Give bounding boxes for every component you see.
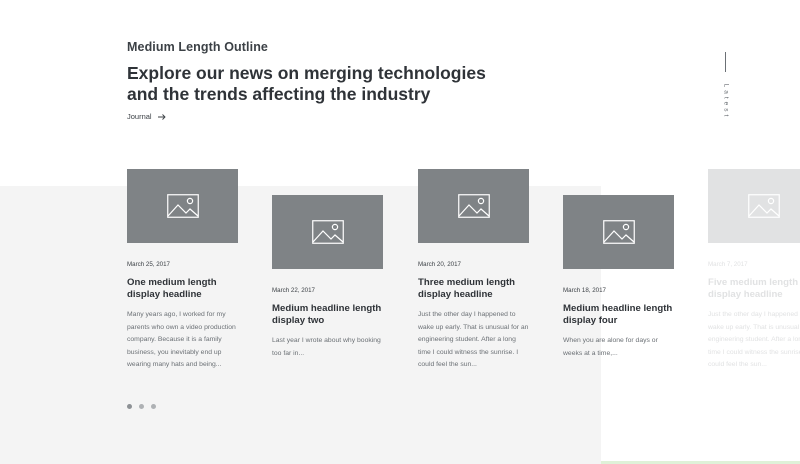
- headline-line-1: Explore our news on merging technologies: [127, 63, 486, 83]
- news-card-faded[interactable]: March 7, 2017 Five medium length display…: [708, 169, 800, 372]
- card-date: March 18, 2017: [563, 287, 606, 294]
- image-placeholder-icon: [166, 194, 199, 218]
- news-card[interactable]: March 20, 2017 Three medium length displ…: [418, 169, 530, 372]
- card-thumbnail: [418, 169, 529, 243]
- card-thumbnail: [563, 195, 674, 269]
- card-title[interactable]: Medium headline length display two: [272, 303, 384, 327]
- side-tab-label: Latest: [722, 83, 730, 120]
- side-tab-line: [725, 52, 726, 72]
- image-placeholder-icon: [747, 194, 780, 218]
- image-placeholder-icon: [311, 220, 344, 244]
- card-excerpt: Last year I wrote about why booking too …: [272, 337, 381, 357]
- latest-side-tab[interactable]: Latest: [716, 52, 736, 119]
- card-date: March 25, 2017: [127, 261, 170, 268]
- news-card[interactable]: March 25, 2017 One medium length display…: [127, 169, 239, 372]
- section-headline: Explore our news on merging technologies…: [127, 63, 487, 105]
- card-excerpt: Many years ago, I worked for my parents …: [127, 311, 236, 368]
- card-thumbnail: [272, 195, 383, 269]
- card-date: March 20, 2017: [418, 261, 461, 268]
- news-card[interactable]: March 18, 2017 Medium headline length di…: [563, 195, 675, 360]
- journal-link[interactable]: Journal: [127, 112, 166, 121]
- card-title[interactable]: One medium length display headline: [127, 277, 239, 301]
- card-thumbnail: [127, 169, 238, 243]
- card-excerpt: When you are alone for days or weeks at …: [563, 337, 658, 357]
- section-eyebrow: Medium Length Outline: [127, 40, 268, 54]
- image-placeholder-icon: [457, 194, 490, 218]
- card-date: March 22, 2017: [272, 287, 315, 294]
- carousel-pagination: [127, 404, 156, 409]
- card-title[interactable]: Five medium length display headline: [708, 277, 800, 301]
- pagination-dot[interactable]: [151, 404, 156, 409]
- image-placeholder-icon: [602, 220, 635, 244]
- card-title[interactable]: Three medium length display headline: [418, 277, 530, 301]
- card-thumbnail: [708, 169, 800, 243]
- card-excerpt: Just the other day I happened to wake up…: [418, 311, 529, 368]
- headline-line-2: and the trends affecting the industry: [127, 84, 431, 104]
- card-excerpt: Just the other day I happened to wake up…: [708, 311, 800, 368]
- arrow-right-icon: [157, 113, 166, 120]
- card-date: March 7, 2017: [708, 261, 748, 268]
- card-title[interactable]: Medium headline length display four: [563, 303, 675, 327]
- pagination-dot[interactable]: [139, 404, 144, 409]
- pagination-dot[interactable]: [127, 404, 132, 409]
- news-card[interactable]: March 22, 2017 Medium headline length di…: [272, 195, 384, 360]
- journal-link-label: Journal: [127, 112, 152, 121]
